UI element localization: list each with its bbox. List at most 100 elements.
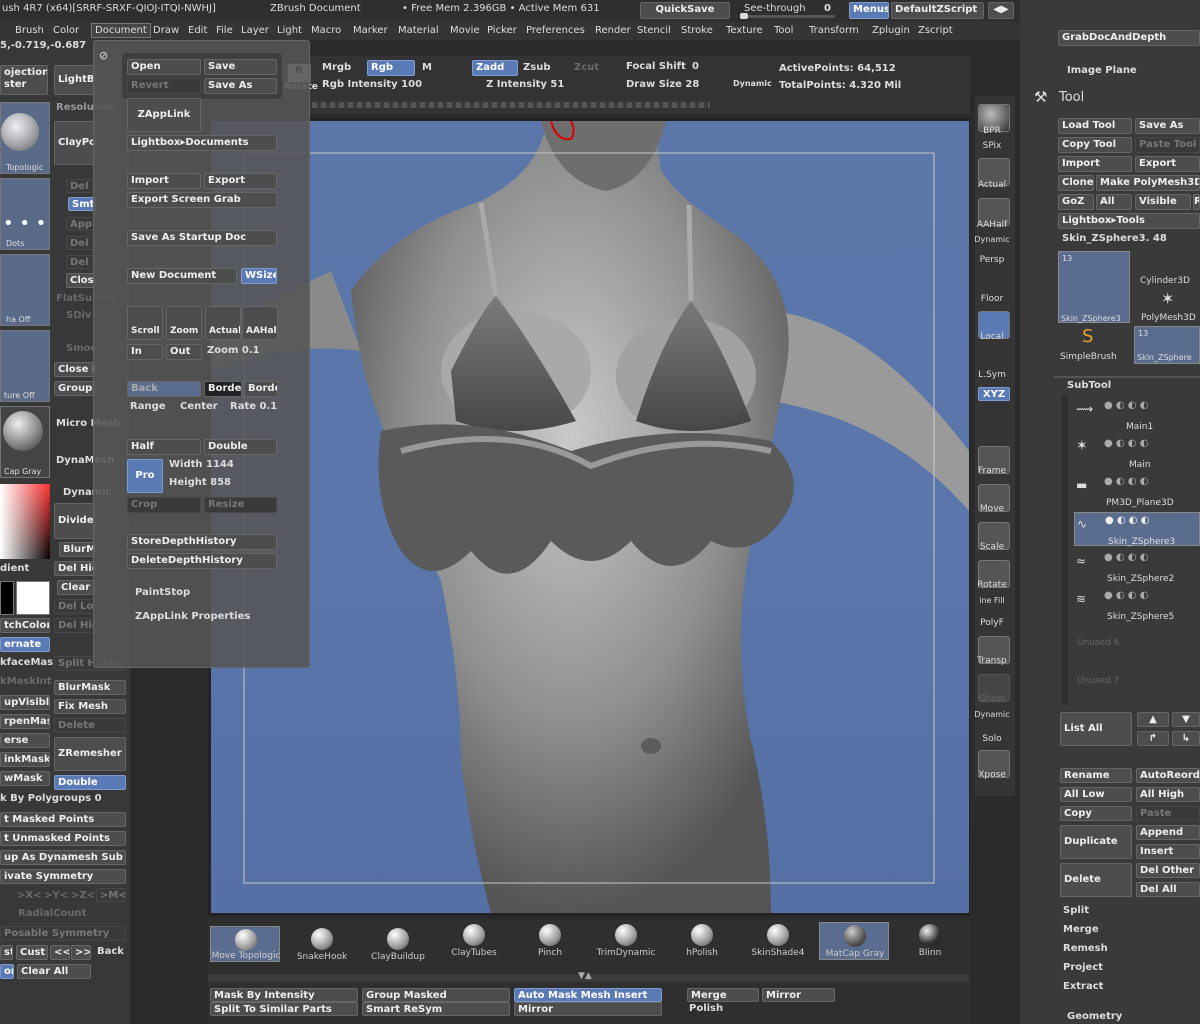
material-skinshade4[interactable]: SkinShade4 bbox=[743, 922, 813, 962]
slider-knob[interactable] bbox=[740, 13, 748, 19]
xyz-toggle[interactable]: XYZ bbox=[978, 387, 1010, 401]
zsub-button[interactable]: Zsub bbox=[523, 62, 550, 73]
save-button[interactable]: Save bbox=[204, 59, 277, 75]
ont-toggle[interactable]: ont bbox=[0, 964, 14, 979]
mask-by-intensity-button[interactable]: Mask By Intensity bbox=[210, 988, 358, 1002]
current-tool-slider[interactable]: Skin_ZSphere3. 48 bbox=[1062, 233, 1167, 244]
document-viewport[interactable] bbox=[211, 121, 969, 913]
aahalf-button[interactable]: AAHalf bbox=[242, 306, 278, 340]
zoom-button[interactable]: Zoom bbox=[166, 306, 202, 340]
menu-transform[interactable]: Transform bbox=[809, 25, 859, 36]
dynamic-toggle[interactable]: Dynamic bbox=[733, 79, 772, 88]
group-masks-button[interactable]: Group Mask bbox=[54, 381, 96, 396]
merge-button[interactable]: Merge bbox=[687, 988, 759, 1002]
next-button[interactable]: >> bbox=[71, 945, 91, 960]
symmetry-z-toggle[interactable]: >Z< bbox=[71, 890, 95, 901]
backfacemask-label[interactable]: kfaceMas bbox=[0, 657, 53, 668]
menu-file[interactable]: File bbox=[216, 25, 233, 36]
arrow-up-icon[interactable]: ▲ bbox=[1137, 712, 1169, 727]
export-tool-button[interactable]: Export bbox=[1135, 156, 1200, 172]
subtool-row[interactable]: ✶ ● ◐ ◐ ◐ Main bbox=[1074, 436, 1200, 470]
clear-all-button[interactable]: Clear All bbox=[17, 964, 91, 979]
groupvisible-button[interactable]: upVisible bbox=[0, 695, 50, 710]
brush-pinch[interactable]: Pinch bbox=[515, 922, 585, 962]
paste-tool-button[interactable]: Paste Tool bbox=[1135, 137, 1200, 153]
solo-label[interactable]: Solo bbox=[972, 734, 1012, 744]
visibility-icons[interactable]: ● ◐ ◐ ◐ bbox=[1105, 515, 1149, 526]
pin-icon[interactable]: ⊘ bbox=[99, 49, 108, 62]
projection-master-button[interactable]: ojection ster bbox=[0, 65, 48, 95]
subtool-row-selected[interactable]: ∿ ● ◐ ◐ ◐ Skin_ZSphere3 bbox=[1074, 512, 1200, 547]
rate-slider[interactable]: Rate 0.1 bbox=[230, 401, 277, 412]
del-other-button[interactable]: Del Other bbox=[1136, 863, 1200, 878]
close-holes-button[interactable]: Close Holes bbox=[54, 362, 96, 377]
mask-by-polygroups-slider[interactable]: k By Polygroups 0 bbox=[0, 793, 102, 804]
visibility-icons[interactable]: ● ◐ ◐ ◐ bbox=[1104, 590, 1148, 601]
secondary-color-swatch[interactable] bbox=[0, 581, 14, 615]
goz-button[interactable]: GoZ bbox=[1058, 194, 1094, 210]
maskint-slider[interactable]: kMaskInt bbox=[0, 676, 52, 687]
subtool-header[interactable]: SubTool bbox=[1067, 380, 1111, 391]
menu-edit[interactable]: Edit bbox=[188, 25, 207, 36]
delete-subtool-button[interactable]: Delete bbox=[1060, 863, 1132, 897]
zapplink-properties-item[interactable]: ZAppLink Properties bbox=[135, 611, 250, 622]
arrow-down-icon[interactable]: ▼ bbox=[1172, 712, 1200, 727]
store-depth-history-button[interactable]: StoreDepthHistory bbox=[127, 534, 277, 550]
sdiv-slider[interactable]: SDiv bbox=[66, 310, 91, 321]
menu-macro[interactable]: Macro bbox=[311, 25, 341, 36]
mrgb-button[interactable]: Mrgb bbox=[322, 62, 351, 73]
back-button[interactable]: Back bbox=[97, 946, 124, 957]
height-slider[interactable]: Height 858 bbox=[169, 477, 231, 488]
shelf-splitter[interactable]: ▼▲ bbox=[208, 971, 970, 982]
autoreorder-button[interactable]: AutoReord bbox=[1136, 768, 1200, 783]
growmask-button[interactable]: wMask bbox=[0, 771, 50, 786]
alpha-off-thumb[interactable]: ha Off bbox=[0, 254, 50, 326]
brush-claybuildup[interactable]: ClayBuildup bbox=[363, 926, 433, 966]
menu-stencil[interactable]: Stencil bbox=[637, 25, 671, 36]
del-lower-button[interactable]: Del Lower bbox=[66, 179, 96, 193]
double-size-button[interactable]: Double bbox=[204, 439, 277, 455]
menu-zplugin[interactable]: Zplugin bbox=[872, 25, 910, 36]
focal-shift-value[interactable]: 0 bbox=[692, 61, 699, 72]
list-all-button[interactable]: List All bbox=[1060, 712, 1132, 746]
move-right-icon[interactable]: ↱ bbox=[1137, 731, 1169, 746]
visibility-icons[interactable]: ● ◐ ◐ ◐ bbox=[1104, 552, 1148, 563]
del-higher-2-button[interactable]: Del Higher bbox=[66, 255, 96, 269]
image-plane-item[interactable]: Image Plane bbox=[1067, 65, 1137, 76]
import-tool-button[interactable]: Import bbox=[1058, 156, 1132, 172]
subtool-row[interactable]: ≋ ● ◐ ◐ ◐ Skin_ZSphere5 bbox=[1074, 588, 1200, 622]
lightbox-tools-button[interactable]: Lightbox▸Tools bbox=[1058, 213, 1200, 229]
delete-depth-history-button[interactable]: DeleteDepthHistory bbox=[127, 553, 277, 569]
delete-button[interactable]: Delete bbox=[54, 718, 126, 733]
menu-color[interactable]: Color bbox=[53, 25, 79, 36]
smart-resym-button[interactable]: Smart ReSym bbox=[362, 1002, 510, 1016]
export-button[interactable]: Export bbox=[204, 173, 277, 189]
menu-texture[interactable]: Texture bbox=[726, 25, 763, 36]
insert-button[interactable]: Insert bbox=[1136, 844, 1200, 859]
import-button[interactable]: Import bbox=[127, 173, 201, 189]
alternate-toggle[interactable]: ernate bbox=[0, 637, 50, 652]
border-button[interactable]: Border bbox=[204, 381, 242, 397]
zoom-out-button[interactable]: Out bbox=[166, 344, 202, 360]
range-slider[interactable]: Range bbox=[130, 401, 166, 412]
subtool-scrollbar[interactable] bbox=[1062, 395, 1068, 705]
hide-masked-points-button[interactable]: t Masked Points bbox=[0, 812, 126, 827]
polyf-label[interactable]: PolyF bbox=[972, 618, 1012, 628]
center-slider[interactable]: Center bbox=[180, 401, 218, 412]
save-as-tool-button[interactable]: Save As bbox=[1135, 118, 1200, 134]
tool-header[interactable]: Tool bbox=[1059, 90, 1084, 105]
z-intensity-slider[interactable]: Z Intensity 51 bbox=[486, 79, 564, 90]
tool-thumb-cylinder3d[interactable]: Cylinder3D ✶ PolyMesh3D bbox=[1134, 251, 1200, 323]
paste-subtool-button[interactable]: Paste bbox=[1136, 806, 1200, 821]
lsym-label[interactable]: L.Sym bbox=[972, 370, 1012, 380]
menu-stroke[interactable]: Stroke bbox=[681, 25, 713, 36]
visibility-icons[interactable]: ● ◐ ◐ ◐ bbox=[1104, 476, 1148, 487]
make-polymesh-button[interactable]: Make PolyMesh3D bbox=[1096, 175, 1200, 191]
del-higher-button[interactable]: Del Higher bbox=[66, 236, 96, 250]
del-higher-3-button[interactable]: Del Higher bbox=[54, 618, 96, 633]
new-document-button[interactable]: New Document bbox=[127, 268, 237, 284]
menu-preferences[interactable]: Preferences bbox=[526, 25, 585, 36]
save-as-startup-doc-button[interactable]: Save As Startup Doc bbox=[127, 230, 277, 246]
tool-thumb-skin-zsphere[interactable]: 13 Skin_ZSphere bbox=[1134, 326, 1200, 364]
del-lower-2-button[interactable]: Del Lower bbox=[54, 599, 96, 614]
